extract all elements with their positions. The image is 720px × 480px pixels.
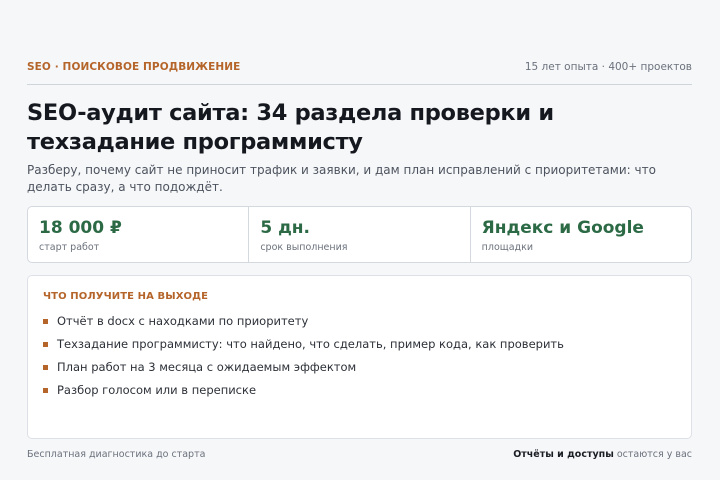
footer-ownership: Отчёты и доступы остаются у вас: [513, 449, 692, 460]
list-item-text: Техзадание программисту: что найдено, чт…: [57, 337, 564, 351]
bullet-icon: [43, 319, 48, 324]
page-subtitle: Разберу, почему сайт не приносит трафик …: [27, 163, 656, 194]
list-item: Разбор голосом или в переписке: [43, 383, 676, 398]
category-kicker: SEO · ПОИСКОВОЕ ПРОДВИЖЕНИЕ: [27, 61, 241, 73]
stat-value: 18 000 ₽: [39, 218, 122, 238]
deliverables-card: ЧТО ПОЛУЧИТЕ НА ВЫХОДЕ Отчёт в docx с на…: [27, 275, 692, 439]
stat-duration: 5 дн. срок выполнения: [249, 207, 471, 262]
deliverables-list: Отчёт в docx с находками по приоритету Т…: [43, 314, 676, 398]
footer-note: Бесплатная диагностика до старта: [27, 449, 206, 460]
deliverables-title: ЧТО ПОЛУЧИТЕ НА ВЫХОДЕ: [43, 291, 209, 302]
stat-label: площадки: [481, 242, 534, 253]
list-item: Отчёт в docx с находками по приоритету: [43, 314, 676, 329]
list-item: План работ на 3 месяца с ожидаемым эффек…: [43, 360, 676, 375]
stat-value: 5 дн.: [260, 218, 311, 238]
experience-meta: 15 лет опыта · 400+ проектов: [524, 61, 692, 73]
list-item: Техзадание программисту: что найдено, чт…: [43, 337, 676, 352]
stat-label: срок выполнения: [260, 242, 348, 253]
footer-ownership-rest: остаются у вас: [613, 449, 692, 460]
page-title: SEO-аудит сайта: 34 раздела проверки и т…: [27, 100, 554, 155]
footer-ownership-strong: Отчёты и доступы: [513, 449, 614, 460]
stat-price: 18 000 ₽ старт работ: [28, 207, 250, 262]
list-item-text: План работ на 3 месяца с ожидаемым эффек…: [57, 360, 357, 374]
page: SEO · ПОИСКОВОЕ ПРОДВИЖЕНИЕ 15 лет опыта…: [0, 0, 720, 480]
bullet-icon: [43, 342, 48, 347]
footer: Бесплатная диагностика до старта Отчёты …: [27, 449, 692, 460]
list-item-text: Разбор голосом или в переписке: [57, 383, 257, 397]
stat-label: старт работ: [39, 242, 100, 253]
list-item-text: Отчёт в docx с находками по приоритету: [57, 314, 309, 328]
bullet-icon: [43, 388, 48, 393]
stat-value: Яндекс и Google: [481, 218, 644, 238]
stats-panel: 18 000 ₽ старт работ 5 дн. срок выполнен…: [27, 206, 692, 263]
stat-platforms: Яндекс и Google площадки: [471, 207, 691, 262]
topbar: SEO · ПОИСКОВОЕ ПРОДВИЖЕНИЕ 15 лет опыта…: [27, 61, 692, 85]
bullet-icon: [43, 365, 48, 370]
